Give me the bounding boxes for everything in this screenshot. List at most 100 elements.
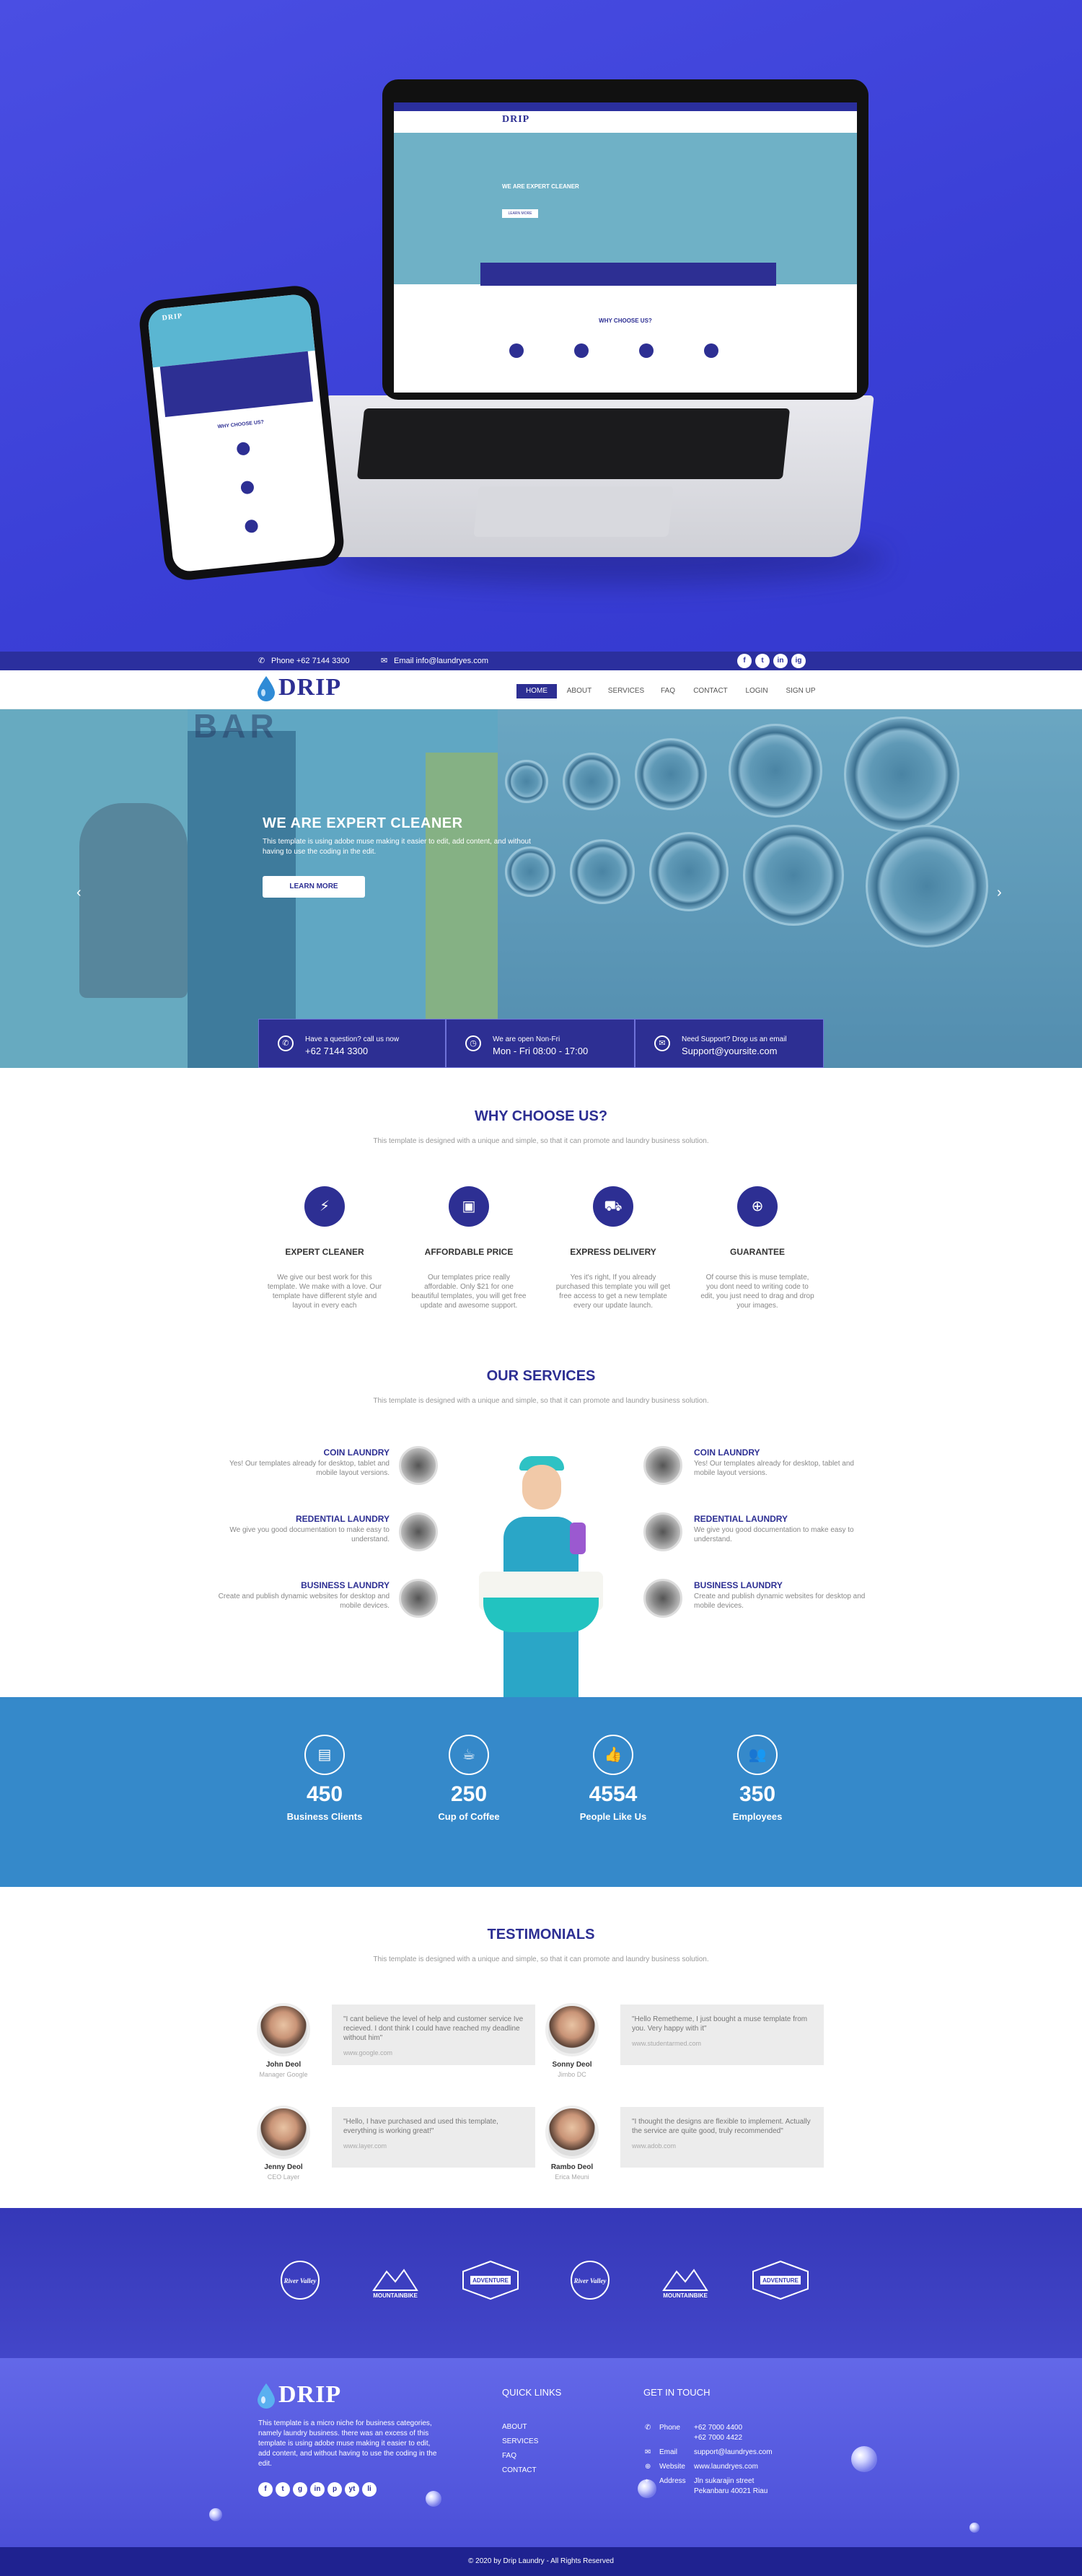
testimonial-quote: "I cant believe the level of help and cu… (332, 2005, 535, 2065)
why-subtitle: This template is designed with a unique … (373, 1137, 709, 1145)
brand-logo: ADVENTURE (746, 2259, 815, 2302)
laptop-keyboard (356, 408, 791, 479)
linkedin-icon[interactable]: li (362, 2482, 377, 2497)
contact-label: Email (659, 2448, 678, 2456)
nav-login[interactable]: LOGIN (740, 684, 773, 698)
quote-link[interactable]: www.studentarmed.com (632, 2039, 812, 2049)
brand-logo-text: River Valley (283, 2277, 317, 2284)
quick-links-title: QUICK LINKS (502, 2387, 562, 2398)
feature-text: We give our best work for this template.… (267, 1274, 382, 1310)
footer-link-about[interactable]: ABOUT (502, 2423, 527, 2431)
facebook-icon[interactable]: f (258, 2482, 273, 2497)
nav-faq[interactable]: FAQ (655, 684, 681, 698)
decor-bubble (426, 2491, 441, 2507)
youtube-icon[interactable]: yt (345, 2482, 359, 2497)
feature-title: EXPERT CLEANER (285, 1247, 364, 1257)
top-contact-bar: ✆ Phone +62 7144 3300 ✉ Email info@laund… (0, 652, 1082, 670)
laptop-section-title: WHY CHOOSE US? (599, 317, 652, 324)
nav-about[interactable]: ABOUT (561, 684, 597, 698)
laptop-screen: DRIP WE ARE EXPERT CLEANER LEARN MORE WH… (394, 102, 857, 393)
services-subtitle: This template is designed with a unique … (373, 1397, 709, 1405)
laptop-hero-heading: WE ARE EXPERT CLEANER (502, 183, 579, 190)
feature-text: Yes it's right, If you already purchased… (555, 1274, 671, 1310)
contact-value: +62 7000 4400 +62 7000 4422 (694, 2424, 743, 2442)
facebook-icon[interactable]: f (737, 654, 752, 668)
google-icon[interactable]: g (293, 2482, 307, 2497)
nav-signup[interactable]: SIGN UP (780, 684, 821, 698)
mail-icon: ✉ (381, 657, 388, 665)
nav-contact[interactable]: CONTACT (688, 684, 733, 698)
slider-prev-icon[interactable]: ‹ (76, 885, 82, 901)
twitter-icon[interactable]: t (276, 2482, 290, 2497)
lifebuoy-icon: ⊕ (737, 1186, 778, 1227)
linkedin-icon[interactable]: in (773, 654, 788, 668)
phone-icon: ✆ (645, 2424, 651, 2432)
phone-icon: ✆ (278, 1035, 294, 1051)
phone-feature-dot (240, 480, 255, 495)
site-logo[interactable]: DRIP (278, 674, 341, 701)
map-pin-icon: ⌖ (645, 2477, 649, 2485)
instagram-icon[interactable]: in (310, 2482, 325, 2497)
service-text: Create and publish dynamic websites for … (694, 1593, 866, 1610)
contact-value[interactable]: support@laundryes.com (694, 2448, 773, 2458)
nav-home[interactable]: HOME (516, 684, 557, 698)
service-title: BUSINESS LAUNDRY (694, 1580, 783, 1590)
hero-text: This template is using adobe muse making… (263, 838, 531, 856)
twitter-icon[interactable]: t (755, 654, 770, 668)
footer-link-contact[interactable]: CONTACT (502, 2466, 537, 2474)
laptop-hero-button: LEARN MORE (502, 209, 538, 218)
instagram-icon[interactable]: ig (791, 654, 806, 668)
pinterest-icon[interactable]: p (327, 2482, 342, 2497)
stat-value: 4554 (589, 1782, 638, 1806)
stat-value: 350 (739, 1782, 776, 1806)
testimonials-title: TESTIMONIALS (487, 1927, 595, 1942)
topbar-email: Email info@laundryes.com (394, 657, 488, 665)
stat-label: Employees (732, 1811, 783, 1822)
coffee-icon: ☕ (449, 1735, 489, 1775)
contact-value[interactable]: www.laundryes.com (694, 2462, 758, 2472)
quote-text: "I cant believe the level of help and cu… (343, 2015, 524, 2042)
testimonials-subtitle: This template is designed with a unique … (373, 1955, 709, 1963)
avatar (257, 2003, 310, 2056)
mail-icon: ✉ (654, 1035, 670, 1051)
service-text: Yes! Our templates already for desktop, … (694, 1460, 854, 1477)
testimonial-name: Sonny Deol (552, 2061, 592, 2069)
globe-icon: ⊕ (645, 2463, 651, 2471)
phone-icon: ✆ (258, 657, 265, 665)
footer-link-faq[interactable]: FAQ (502, 2452, 516, 2460)
service-text: We give you good documentation to make e… (229, 1526, 390, 1543)
nav-services[interactable]: SERVICES (604, 684, 648, 698)
brand-logo-text: River Valley (573, 2277, 607, 2284)
service-image (643, 1579, 682, 1618)
service-image (399, 1579, 438, 1618)
laptop-feature-dot (509, 343, 524, 358)
info-value: Support@yoursite.com (682, 1046, 778, 1056)
quote-link[interactable]: www.layer.com (343, 2142, 524, 2151)
testimonial-name: Rambo Deol (550, 2163, 594, 2171)
footer-link-services[interactable]: SERVICES (502, 2437, 538, 2445)
feature-title: GUARANTEE (729, 1247, 785, 1257)
avatar (257, 2106, 310, 2159)
quote-text: "Hello Remetheme, I just bought a muse t… (632, 2015, 808, 2033)
quote-link[interactable]: www.adob.com (632, 2142, 812, 2151)
brand-logo: MOUNTAINBIKE (651, 2259, 720, 2302)
hero-overlay (0, 709, 1082, 1068)
phone-section-title: WHY CHOOSE US? (217, 419, 265, 430)
feature-title: EXPRESS DELIVERY (570, 1247, 656, 1257)
info-label: We are open Non-Fri (493, 1035, 560, 1043)
contact-value: Jln sukarajin street Pekanbaru 40021 Ria… (694, 2477, 768, 2495)
stat-label: Cup of Coffee (438, 1811, 500, 1822)
device-mockup-banner: DRIP WE ARE EXPERT CLEANER LEARN MORE WH… (0, 0, 1082, 652)
users-icon: 👥 (737, 1735, 778, 1775)
contact-label: Phone (659, 2424, 680, 2432)
brand-logo-text: MOUNTAINBIKE (663, 2292, 708, 2299)
quote-link[interactable]: www.google.com (343, 2049, 524, 2058)
decor-bubble (969, 2523, 980, 2533)
decor-bubble (209, 2508, 222, 2521)
avatar (545, 2003, 599, 2056)
learn-more-button[interactable]: LEARN MORE (263, 876, 365, 898)
footer-logo[interactable]: DRIP (278, 2381, 341, 2409)
slider-next-icon[interactable]: › (997, 885, 1002, 901)
contact-label: Address (659, 2477, 686, 2485)
stat-label: Business Clients (286, 1811, 363, 1822)
